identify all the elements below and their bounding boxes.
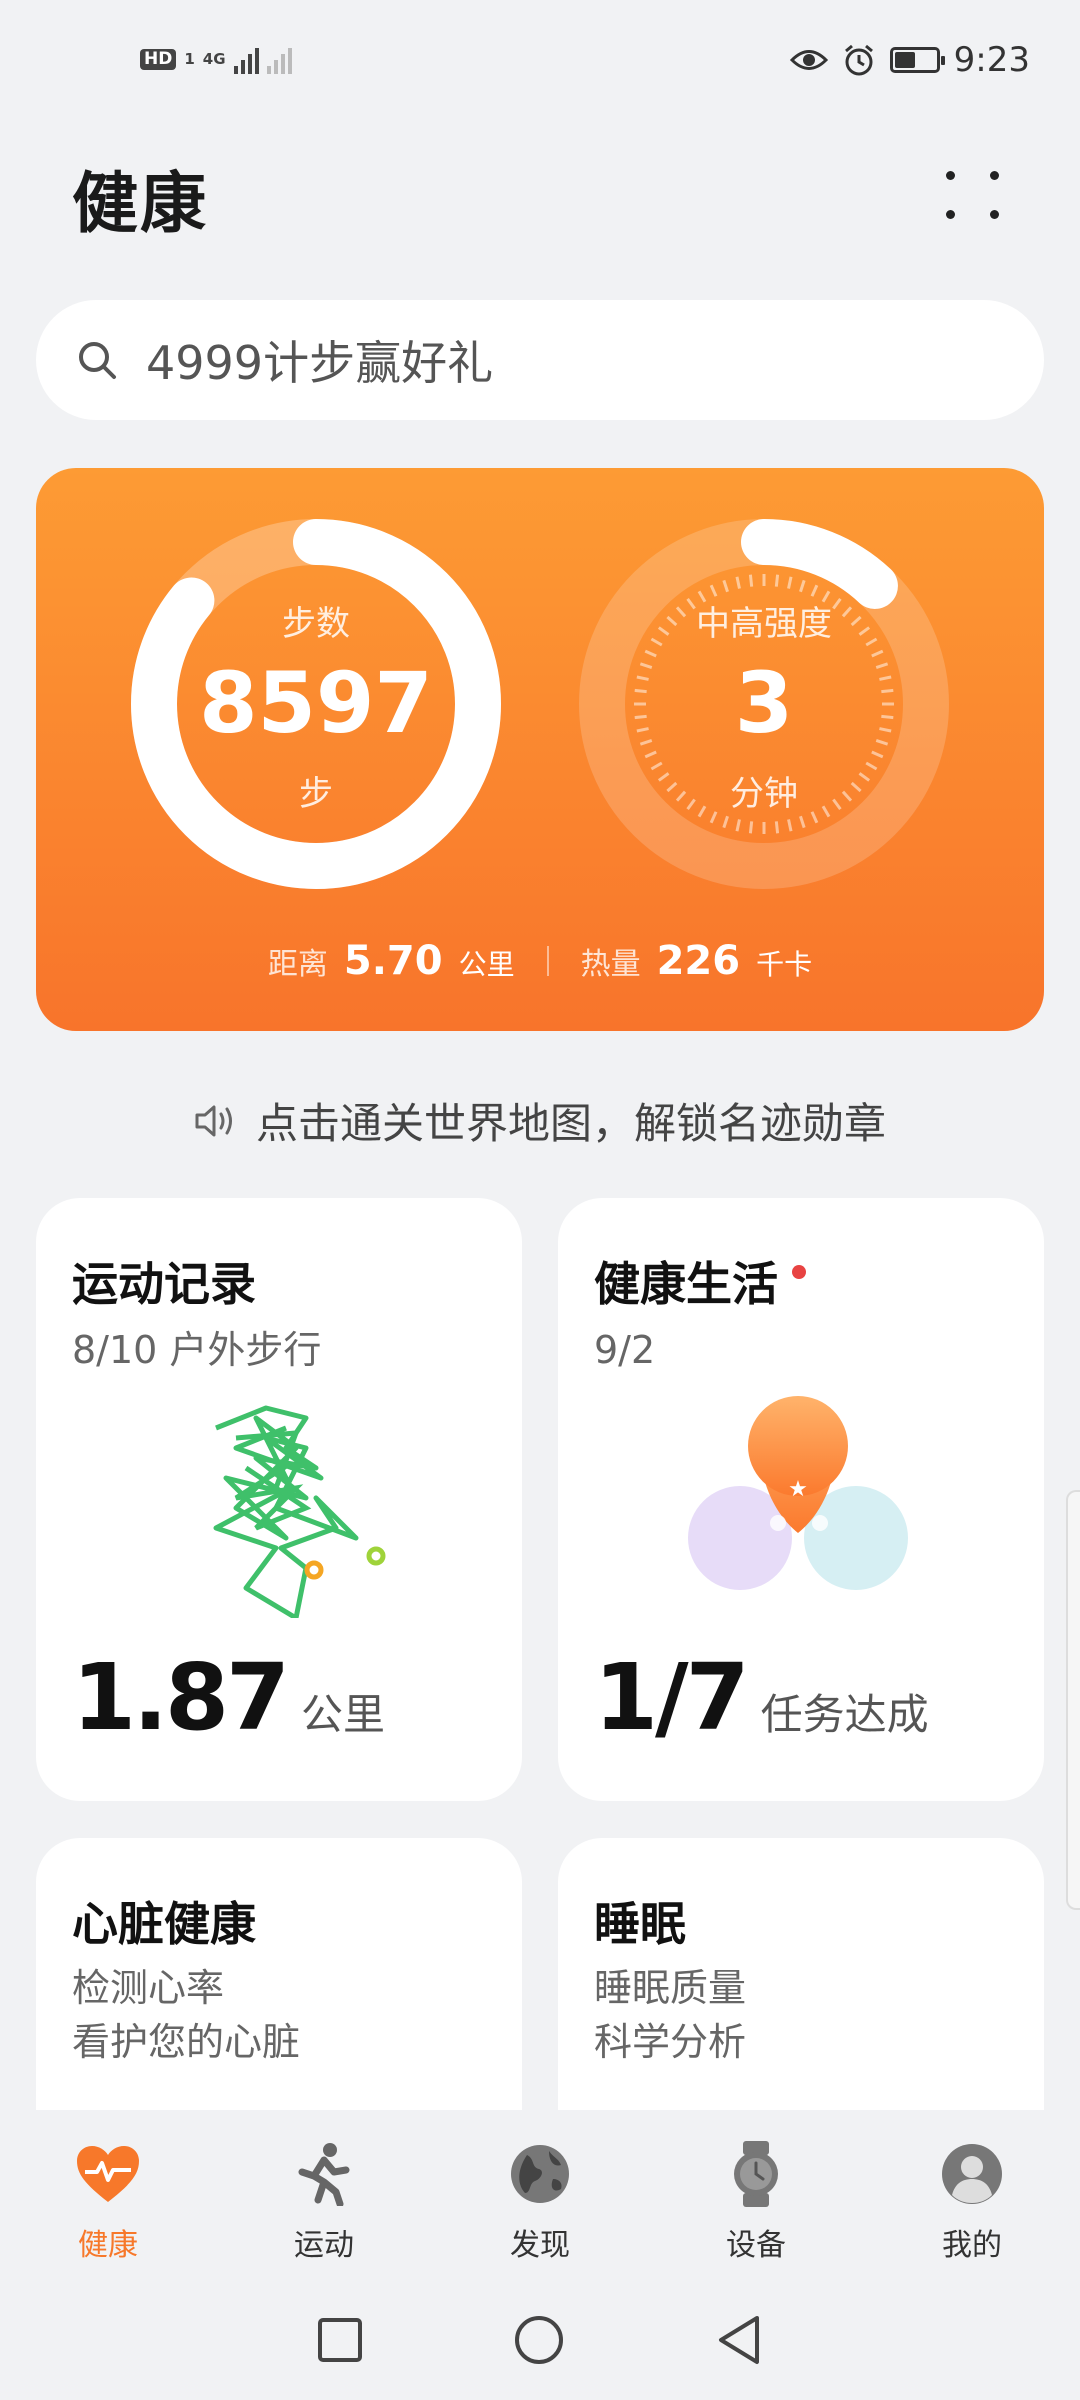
card-line-1: 检测心率 <box>72 1966 225 2010</box>
sim-indicator: 1 <box>184 49 195 68</box>
ring-tick <box>774 574 780 587</box>
notice-text: 点击通关世界地图，解锁名迹勋章 <box>255 1099 886 1148</box>
card-subtitle: 9/2 <box>594 1328 656 1372</box>
nav-item-me[interactable]: 我的 <box>864 2110 1080 2280</box>
steps-value: 8597 <box>199 654 433 752</box>
dot-icon <box>946 210 955 219</box>
clover-progress-graphic: ★ <box>688 1396 908 1590</box>
card-title: 运动记录 <box>72 1257 256 1311</box>
status-left: HD 1 4G <box>140 44 292 74</box>
heart-pulse-icon <box>72 2138 144 2210</box>
watch-icon <box>720 2138 792 2210</box>
nav-item-discover[interactable]: 发现 <box>432 2110 648 2280</box>
page-title: 健康 <box>72 165 208 242</box>
home-icon[interactable] <box>513 2314 565 2366</box>
alarm-icon <box>844 44 873 76</box>
search-placeholder: 4999计步赢好礼 <box>146 336 494 390</box>
nav-label: 健康 <box>78 2228 138 2263</box>
ring-tick <box>787 819 793 832</box>
recent-apps-icon[interactable] <box>317 2317 363 2363</box>
svg-text:★: ★ <box>788 1477 808 1502</box>
card-line-2: 科学分析 <box>594 2020 747 2064</box>
activity-metrics: 距离 5.70 公里 热量 226 千卡 <box>36 938 1044 984</box>
card-subtitle: 8/10 户外步行 <box>72 1328 322 1372</box>
nav-label: 发现 <box>510 2228 570 2263</box>
healthy-living-card[interactable]: 健康生活 9/2 ★ 1/7 任务达成 <box>558 1198 1044 1801</box>
calories-unit: 千卡 <box>756 948 813 981</box>
distance-label: 距离 <box>267 947 328 982</box>
card-title: 睡眠 <box>594 1897 686 1951</box>
ring-tick <box>644 750 657 759</box>
ring-tick <box>722 579 729 593</box>
activity-summary-card[interactable]: 步数 8597 步 中高强度 3 分钟 距离 5.70 公里 热量 226 千卡 <box>36 468 1044 1031</box>
status-right: 9:23 <box>789 40 1030 80</box>
speaker-icon <box>195 1105 232 1136</box>
profile-icon <box>936 2138 1008 2210</box>
exercise-distance-unit: 公里 <box>301 1690 386 1739</box>
signal-icon <box>233 44 259 74</box>
nav-label: 我的 <box>942 2228 1002 2263</box>
ring-tick <box>799 815 806 829</box>
runner-icon <box>288 2138 360 2210</box>
network-type: 4G <box>202 49 226 68</box>
metrics-divider <box>546 946 549 976</box>
bottom-nav: 健康 运动 发现 设备 我的 <box>0 2110 1080 2280</box>
back-icon[interactable] <box>715 2314 763 2366</box>
card-title: 心脏健康 <box>72 1897 256 1951</box>
calories-label: 热量 <box>580 947 641 982</box>
calories-value: 226 <box>656 938 741 984</box>
nav-item-health[interactable]: 健康 <box>0 2110 216 2280</box>
ring-tick <box>748 821 754 834</box>
card-line-2: 看护您的心脏 <box>72 2020 301 2064</box>
distance-value: 5.70 <box>343 938 443 984</box>
intensity-label: 中高强度 <box>696 604 832 644</box>
battery-icon <box>889 47 945 73</box>
intensity-unit: 分钟 <box>730 774 798 814</box>
ring-tick <box>799 579 806 593</box>
clock: 9:23 <box>953 40 1030 80</box>
card-title: 健康生活 <box>594 1248 806 1314</box>
notice-banner[interactable]: 点击通关世界地图，解锁名迹勋章 <box>0 1090 1080 1151</box>
exercise-distance-value: 1.87 <box>72 1644 290 1751</box>
intensity-value: 3 <box>734 654 794 752</box>
ring-tick <box>774 821 780 834</box>
nav-item-exercise[interactable]: 运动 <box>216 2110 432 2280</box>
task-progress: 1/7 任务达成 <box>594 1644 929 1751</box>
task-progress-value: 1/7 <box>594 1644 750 1751</box>
card-line-1: 睡眠质量 <box>594 1966 747 2010</box>
exercise-distance: 1.87 公里 <box>72 1644 385 1751</box>
signal-2-icon <box>266 44 292 74</box>
ring-tick <box>735 819 741 832</box>
distance-unit: 公里 <box>458 948 515 981</box>
dot-icon <box>946 171 955 180</box>
new-badge-dot <box>792 1264 806 1279</box>
route-map-thumbnail <box>213 1405 386 1618</box>
task-progress-unit: 任务达成 <box>760 1690 929 1739</box>
exercise-record-card[interactable]: 运动记录 8/10 户外步行 1.87 公里 <box>36 1198 522 1801</box>
nav-item-devices[interactable]: 设备 <box>648 2110 864 2280</box>
search-icon <box>79 342 116 379</box>
dot-icon <box>990 171 999 180</box>
ring-tick <box>871 750 884 759</box>
side-drawer-handle[interactable] <box>1066 1490 1080 1910</box>
search-bar[interactable]: 4999计步赢好礼 <box>36 300 1044 420</box>
globe-icon <box>504 2138 576 2210</box>
ring-tick <box>709 584 718 597</box>
system-nav-bar <box>0 2280 1080 2400</box>
status-bar: HD 1 4G 9:23 <box>0 0 1080 130</box>
card-title-text: 健康生活 <box>594 1257 778 1311</box>
eye-comfort-icon <box>789 50 828 70</box>
ring-tick <box>722 815 729 829</box>
ring-tick <box>735 576 741 589</box>
hd-badge: HD <box>140 48 177 70</box>
nav-label: 设备 <box>726 2228 786 2263</box>
steps-unit: 步 <box>299 774 333 814</box>
steps-label: 步数 <box>282 604 350 644</box>
ring-tick <box>810 584 819 597</box>
ring-tick <box>748 574 754 587</box>
more-options-button[interactable] <box>940 160 1010 230</box>
nav-label: 运动 <box>294 2228 354 2263</box>
dot-icon <box>990 210 999 219</box>
ring-tick <box>787 576 793 589</box>
